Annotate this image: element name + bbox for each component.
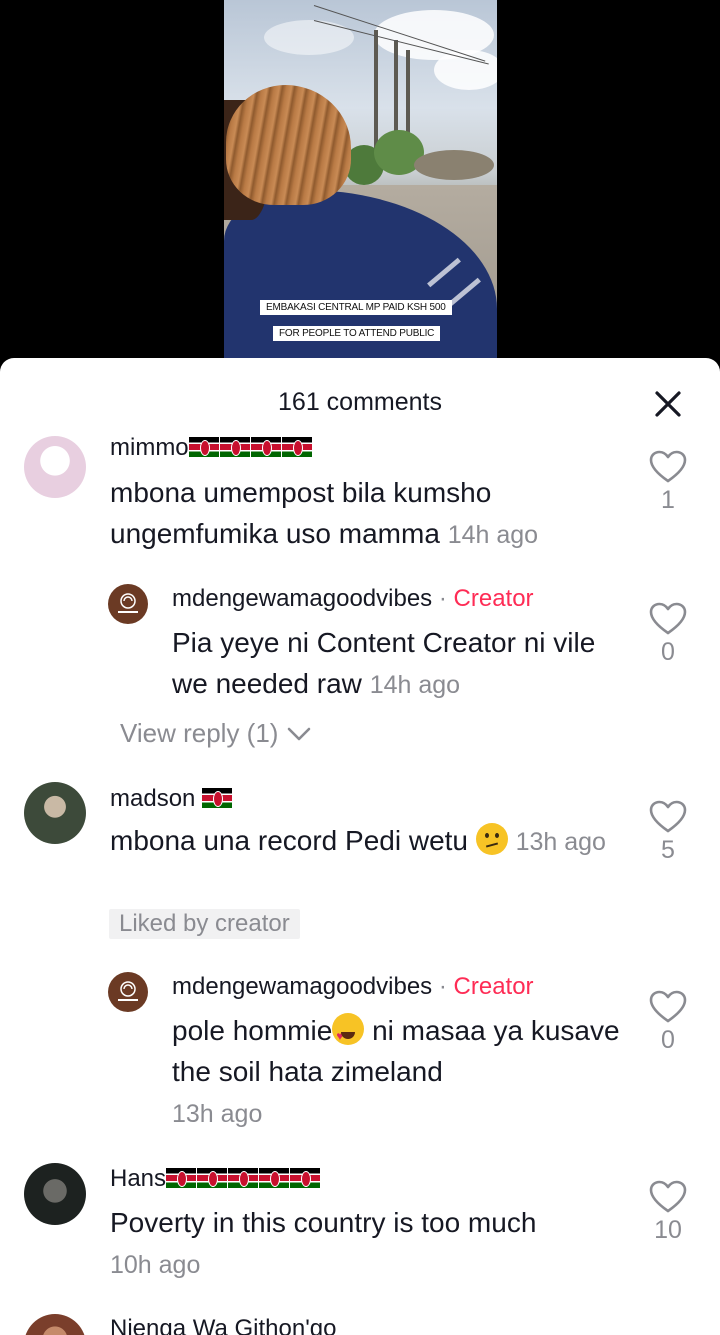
comment-username[interactable]: Njenga Wa Githon'go xyxy=(110,1315,337,1335)
comment-item[interactable]: madson mbona una record Pedi wetu 13h ag… xyxy=(0,778,720,948)
cloud xyxy=(264,20,354,55)
comment-text: pole hommie ni masaa ya kusave the soil … xyxy=(172,1010,622,1135)
username-text: Hans xyxy=(110,1165,167,1192)
comment-text: Pia yeye ni Content Creator ni vile we n… xyxy=(172,622,622,706)
kenya-flag-emoji xyxy=(259,1168,290,1188)
kenya-flag-emoji xyxy=(290,1168,321,1188)
separator-dot: · xyxy=(438,973,447,1000)
creator-avatar[interactable] xyxy=(108,584,148,624)
comment-time: 14h ago xyxy=(447,521,539,549)
like-button[interactable]: 5 xyxy=(643,800,693,865)
comment-time: 13h ago xyxy=(172,1100,263,1128)
comment-item[interactable]: Hans Poverty in this country is too much… xyxy=(0,1158,720,1298)
comment-username[interactable]: mimmo xyxy=(110,434,313,462)
kenya-flag-emoji xyxy=(250,437,281,457)
comment-text: Poverty in this country is too much 10h … xyxy=(110,1202,630,1286)
reply-item[interactable]: mdengewamagoodvibes · Creator pole hommi… xyxy=(0,968,720,1138)
comment-body: mbona umempost bila kumsho ungemfumika u… xyxy=(110,477,492,549)
comment-username[interactable]: Hans xyxy=(110,1165,321,1193)
person-hair xyxy=(226,85,351,205)
comment-username[interactable]: madson xyxy=(110,785,233,813)
kenya-flag-emoji xyxy=(197,1168,228,1188)
heart-icon xyxy=(649,800,687,833)
heart-eyes-emoji xyxy=(332,1013,365,1057)
kenya-flag-emoji xyxy=(281,437,312,457)
kenya-flag-emoji xyxy=(202,788,233,808)
like-button[interactable]: 10 xyxy=(643,1180,693,1245)
like-count: 5 xyxy=(661,836,675,864)
heart-icon xyxy=(649,450,687,483)
comment-text: mbona umempost bila kumsho ungemfumika u… xyxy=(110,472,610,556)
comment-item[interactable]: mimmo mbona umempost bila kumsho ungemfu… xyxy=(0,430,720,560)
chevron-down-icon xyxy=(287,727,311,741)
kenya-flag-emoji xyxy=(219,437,250,457)
view-reply-label: View reply (1) xyxy=(120,718,279,748)
comment-time: 13h ago xyxy=(515,828,606,856)
heart-icon xyxy=(649,1180,687,1213)
heart-icon xyxy=(649,602,687,635)
comment-time: 14h ago xyxy=(369,671,461,699)
creator-avatar[interactable] xyxy=(108,972,148,1012)
username-text: Njenga Wa Githon'go xyxy=(110,1315,337,1335)
liked-by-creator-badge: Liked by creator xyxy=(109,909,300,939)
like-count: 0 xyxy=(661,638,675,666)
cloud xyxy=(434,50,497,90)
like-button[interactable]: 0 xyxy=(643,602,693,667)
creator-logo-icon xyxy=(118,981,138,1001)
kenya-flag-emoji xyxy=(188,437,219,457)
heart-icon xyxy=(649,990,687,1023)
close-icon xyxy=(655,391,681,417)
view-replies-button[interactable]: View reply (1) xyxy=(120,718,312,749)
like-button[interactable]: 0 xyxy=(643,990,693,1055)
creator-badge: Creator xyxy=(453,585,534,612)
video-player[interactable]: EMBAKASI CENTRAL MP PAID KSH 500 FOR PEO… xyxy=(0,0,720,360)
comment-item[interactable]: Njenga Wa Githon'go xyxy=(0,1308,720,1335)
kenya-flag-emoji xyxy=(166,1168,197,1188)
avatar[interactable] xyxy=(24,1163,86,1225)
like-count: 10 xyxy=(654,1216,682,1244)
username-text: madson xyxy=(110,785,196,812)
avatar[interactable] xyxy=(24,1314,86,1335)
username-text: mimmo xyxy=(110,434,189,461)
comment-body: mbona una record Pedi wetu xyxy=(110,825,468,856)
username-text: mdengewamagoodvibes xyxy=(172,973,433,1000)
avatar[interactable] xyxy=(24,436,86,498)
kenya-flag-emoji xyxy=(228,1168,259,1188)
like-count: 1 xyxy=(661,486,675,514)
creator-badge: Creator xyxy=(453,973,534,1000)
video-caption-line-2: FOR PEOPLE TO ATTEND PUBLIC xyxy=(273,326,441,341)
video-caption-line-1: EMBAKASI CENTRAL MP PAID KSH 500 xyxy=(260,300,452,315)
comment-time: 10h ago xyxy=(110,1251,201,1279)
like-count: 0 xyxy=(661,1026,675,1054)
comment-username[interactable]: mdengewamagoodvibes · Creator xyxy=(172,585,534,613)
confused-face-emoji xyxy=(475,823,508,855)
close-button[interactable] xyxy=(650,386,686,422)
like-button[interactable]: 1 xyxy=(643,450,693,515)
avatar[interactable] xyxy=(24,782,86,844)
comment-username[interactable]: mdengewamagoodvibes · Creator xyxy=(172,973,534,1001)
comment-body: pole hommie xyxy=(172,1015,333,1046)
trees xyxy=(344,120,497,190)
video-thumbnail[interactable]: EMBAKASI CENTRAL MP PAID KSH 500 FOR PEO… xyxy=(224,0,497,360)
comment-body: Poverty in this country is too much xyxy=(110,1207,537,1238)
comment-count: 161 comments xyxy=(278,388,442,416)
comments-sheet: 161 comments mimmo mbona umempost bila k… xyxy=(0,358,720,1335)
separator-dot: · xyxy=(438,585,447,612)
username-text: mdengewamagoodvibes xyxy=(172,585,433,612)
creator-logo-icon xyxy=(118,593,138,613)
comment-text: mbona una record Pedi wetu 13h ago xyxy=(110,820,630,863)
reply-item[interactable]: mdengewamagoodvibes · Creator Pia yeye n… xyxy=(0,580,720,710)
